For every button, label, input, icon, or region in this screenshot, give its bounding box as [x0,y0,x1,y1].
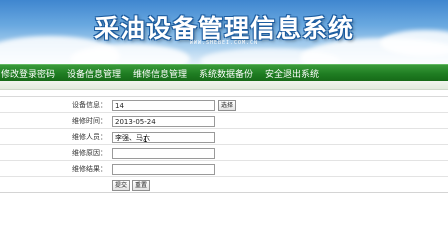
device-info-label: 设备信息： [72,101,107,109]
form-row-time: 维修时间： [0,113,448,129]
text-cursor-icon: I [143,135,148,144]
form-row-reason: 维修原因： [0,145,448,161]
repair-time-input[interactable] [112,116,215,127]
form-row-person: 维修人员： [0,129,448,145]
repair-person-label: 维修人员： [72,133,107,141]
repair-person-input[interactable] [112,132,215,143]
form-row-device: 设备信息： 选择 [0,97,448,113]
submit-button[interactable]: 提交 [112,180,131,191]
select-device-button[interactable]: 选择 [218,100,237,111]
repair-result-label: 维修结果： [72,165,107,173]
app-subtitle: WWW.SHEBEI.COM.CN [189,40,259,46]
nav-data-backup[interactable]: 系统数据备份 [199,67,253,80]
nav-logout[interactable]: 安全退出系统 [265,67,319,80]
form-row-result: 维修结果： [0,161,448,177]
reset-button[interactable]: 重置 [132,180,151,191]
sub-header-strip [0,81,448,90]
form-row-actions: 提交 重置 [0,177,448,193]
nav-change-password[interactable]: 修改登录密码 [1,67,55,80]
nav-device-info[interactable]: 设备信息管理 [67,67,121,80]
repair-reason-input[interactable] [112,148,215,159]
main-nav: 修改登录密码 设备信息管理 维修信息管理 系统数据备份 安全退出系统 [0,64,448,81]
repair-time-label: 维修时间： [72,117,107,125]
nav-repair-info[interactable]: 维修信息管理 [133,67,187,80]
repair-result-input[interactable] [112,164,215,175]
device-info-input[interactable] [112,100,215,111]
header-banner: 采油设备管理信息系统 WWW.SHEBEI.COM.CN [0,0,448,64]
repair-reason-label: 维修原因： [72,149,107,157]
